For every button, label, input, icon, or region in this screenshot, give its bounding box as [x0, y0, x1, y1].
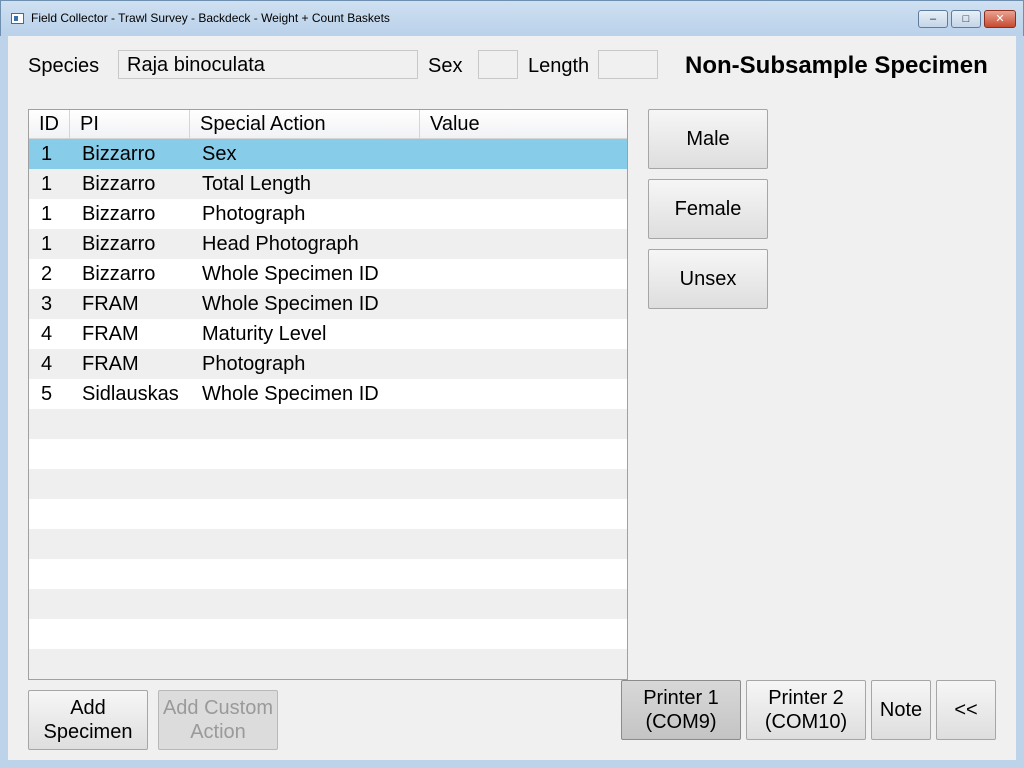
cell-pi: Bizzarro — [82, 203, 156, 225]
table-row[interactable] — [29, 529, 627, 559]
cell-pi: Bizzarro — [82, 263, 156, 285]
table-row[interactable]: 1 Bizzarro Total Length — [29, 169, 627, 199]
printer-1-label-line2: (COM9) — [645, 711, 717, 733]
cell-pi: FRAM — [82, 293, 139, 315]
printer-2-button[interactable]: Printer 2 (COM10) — [746, 680, 866, 740]
minimize-button[interactable]: – — [918, 10, 948, 28]
cell-id: 5 — [41, 383, 53, 405]
cell-special-action: Total Length — [202, 173, 311, 195]
table-row[interactable] — [29, 619, 627, 649]
length-field[interactable] — [598, 50, 658, 79]
cell-special-action: Photograph — [202, 203, 306, 225]
window-title: Field Collector - Trawl Survey - Backdec… — [31, 11, 390, 25]
table-row[interactable] — [29, 649, 627, 679]
cell-id: 1 — [41, 233, 53, 255]
cell-pi: Bizzarro — [82, 233, 156, 255]
special-actions-table[interactable]: ID PI Special Action Value 1 Bizzarro Sex 1… — [28, 109, 628, 680]
table-row[interactable]: 4 FRAM Maturity Level — [29, 319, 627, 349]
page-title: Non-Subsample Specimen — [685, 52, 988, 79]
species-label: Species — [28, 55, 100, 77]
add-custom-label-line2: Action — [190, 721, 246, 743]
printer-1-button[interactable]: Printer 1 (COM9) — [621, 680, 741, 740]
cell-id: 1 — [41, 143, 53, 165]
printer-2-label-line1: Printer 2 — [768, 687, 844, 709]
maximize-button[interactable]: □ — [951, 10, 981, 28]
table-row[interactable] — [29, 409, 627, 439]
cell-pi: FRAM — [82, 323, 139, 345]
table-row[interactable]: 1 Bizzarro Photograph — [29, 199, 627, 229]
table-row[interactable]: 4 FRAM Photograph — [29, 349, 627, 379]
table-row[interactable]: 1 Bizzarro Head Photograph — [29, 229, 627, 259]
printer-1-label-line1: Printer 1 — [643, 687, 719, 709]
cell-id: 4 — [41, 323, 53, 345]
cell-id: 2 — [41, 263, 53, 285]
cell-id: 4 — [41, 353, 53, 375]
title-bar: Field Collector - Trawl Survey - Backdec… — [0, 0, 1024, 36]
table-row[interactable] — [29, 589, 627, 619]
column-header-pi[interactable]: PI — [70, 110, 190, 139]
cell-special-action: Whole Specimen ID — [202, 263, 379, 285]
table-row[interactable] — [29, 439, 627, 469]
table-row[interactable]: 1 Bizzarro Sex — [29, 139, 627, 169]
cell-special-action: Photograph — [202, 353, 306, 375]
cell-special-action: Sex — [202, 143, 237, 165]
table-row[interactable] — [29, 469, 627, 499]
sex-field[interactable] — [478, 50, 518, 79]
column-header-value[interactable]: Value — [420, 110, 627, 139]
cell-pi: Bizzarro — [82, 173, 156, 195]
printer-2-label-line2: (COM10) — [764, 711, 848, 733]
cell-pi: Bizzarro — [82, 143, 156, 165]
cell-id: 3 — [41, 293, 53, 315]
length-label: Length — [528, 55, 590, 77]
back-button[interactable]: << — [936, 680, 996, 740]
table-row[interactable]: 2 Bizzarro Whole Specimen ID — [29, 259, 627, 289]
female-button[interactable]: Female — [648, 179, 768, 239]
table-row[interactable]: 5 Sidlauskas Whole Specimen ID — [29, 379, 627, 409]
sex-label: Sex — [428, 55, 463, 77]
male-button[interactable]: Male — [648, 109, 768, 169]
species-field[interactable]: Raja binoculata — [118, 50, 418, 79]
add-custom-action-button[interactable]: Add Custom Action — [158, 690, 278, 750]
add-custom-label-line1: Add Custom — [162, 697, 274, 719]
add-specimen-label-line2: Specimen — [43, 721, 133, 743]
cell-special-action: Maturity Level — [202, 323, 327, 345]
cell-id: 1 — [41, 173, 53, 195]
table-row[interactable]: 3 FRAM Whole Specimen ID — [29, 289, 627, 319]
note-button[interactable]: Note — [871, 680, 931, 740]
cell-id: 1 — [41, 203, 53, 225]
cell-special-action: Whole Specimen ID — [202, 383, 379, 405]
cell-special-action: Head Photograph — [202, 233, 359, 255]
column-header-special-action[interactable]: Special Action — [190, 110, 420, 139]
table-header: ID PI Special Action Value — [29, 110, 627, 139]
table-row[interactable] — [29, 499, 627, 529]
table-row[interactable] — [29, 559, 627, 589]
cell-pi: Sidlauskas — [82, 383, 179, 405]
column-header-id[interactable]: ID — [29, 110, 70, 139]
add-specimen-label-line1: Add — [70, 697, 106, 719]
close-button[interactable]: ✕ — [984, 10, 1016, 28]
cell-special-action: Whole Specimen ID — [202, 293, 379, 315]
app-icon — [11, 13, 24, 24]
cell-pi: FRAM — [82, 353, 139, 375]
unsex-button[interactable]: Unsex — [648, 249, 768, 309]
add-specimen-button[interactable]: Add Specimen — [28, 690, 148, 750]
